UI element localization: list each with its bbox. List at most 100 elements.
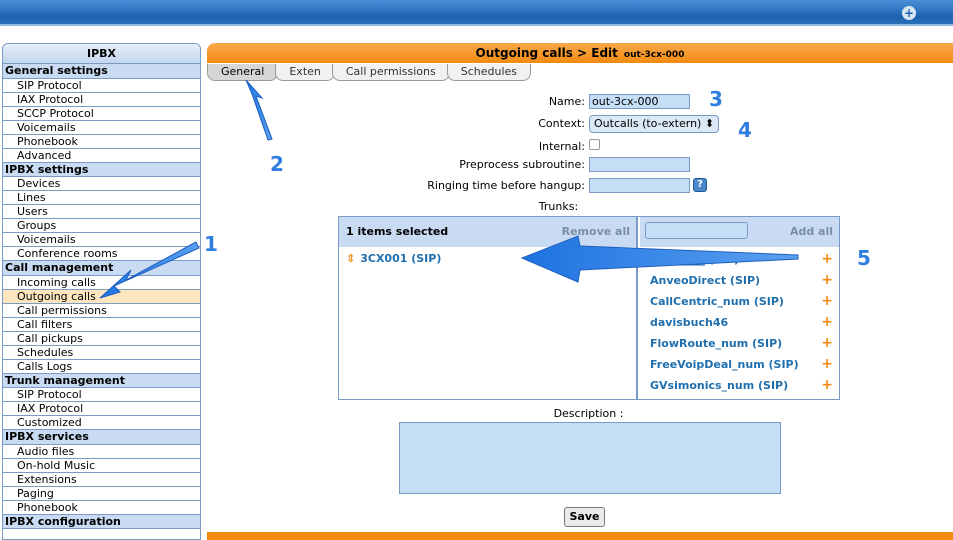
sidebar-item-outgoing-calls[interactable]: Outgoing calls	[3, 289, 200, 304]
sidebar-item-audio-files[interactable]: Audio files	[3, 445, 200, 459]
selected-trunk-item[interactable]: ⇕ 3CX001 (SIP)	[346, 252, 441, 265]
top-bar: +	[0, 0, 953, 26]
internal-checkbox[interactable]	[589, 139, 600, 150]
sidebar-item-call-pickups[interactable]: Call pickups	[3, 332, 200, 346]
annotation-number-1: 1	[204, 232, 218, 256]
list-item[interactable]: davisbuch46 +	[640, 312, 839, 333]
selected-trunk-label: 3CX001 (SIP)	[360, 252, 442, 265]
context-select[interactable]: Outcalls (to-extern) ⬍	[589, 115, 719, 133]
tab-call-permissions[interactable]: Call permissions	[331, 64, 450, 81]
available-trunk-label: FlowRoute_num (SIP)	[650, 337, 783, 350]
page-title-text: Outgoing calls > Edit	[475, 46, 618, 60]
annotation-number-3: 3	[709, 87, 723, 111]
add-icon[interactable]: +	[821, 291, 833, 312]
description-label: Description :	[553, 407, 624, 420]
add-circle-icon[interactable]: +	[902, 6, 916, 20]
add-icon[interactable]: +	[821, 249, 833, 270]
sidebar-item-schedules[interactable]: Schedules	[3, 346, 200, 360]
sidebar-item-voicemails[interactable]: Voicemails	[3, 121, 200, 135]
sidebar-item-calls-logs[interactable]: Calls Logs	[3, 360, 200, 374]
sidebar-section-ipbx-services: IPBX services	[3, 430, 200, 445]
name-label: Name:	[548, 95, 585, 108]
list-item[interactable]: __________ (SIP) +	[640, 249, 839, 270]
sidebar-section-call-management: Call management	[3, 261, 200, 276]
tab-bar: General Exten Call permissions Schedules	[207, 64, 531, 81]
sidebar-item-devices[interactable]: Devices	[3, 177, 200, 191]
add-icon[interactable]: +	[821, 375, 833, 396]
remove-all-button[interactable]: Remove all	[562, 217, 630, 247]
sidebar-item-services-phonebook[interactable]: Phonebook	[3, 501, 200, 515]
sidebar-item-incoming-calls[interactable]: Incoming calls	[3, 276, 200, 290]
sidebar-item-customized[interactable]: Customized	[3, 416, 200, 430]
selected-count: 1 items selected	[346, 225, 449, 238]
list-item[interactable]: CallCentric_num (SIP) +	[640, 291, 839, 312]
save-button[interactable]: Save	[564, 507, 605, 527]
main-panel: Outgoing calls > Edit out-3cx-000 General…	[207, 43, 953, 540]
trunks-label: Trunks:	[538, 200, 579, 213]
add-icon[interactable]: +	[821, 312, 833, 333]
sidebar-item-trunk-iax-protocol[interactable]: IAX Protocol	[3, 402, 200, 416]
available-trunk-label: CallCentric_num (SIP)	[650, 295, 784, 308]
help-icon[interactable]: ?	[693, 178, 707, 192]
available-trunks-panel: Add all __________ (SIP) + AnveoDirect (S…	[640, 217, 839, 399]
selected-trunks-panel: 1 items selected Remove all ⇕ 3CX001 (SIP…	[339, 217, 638, 399]
sidebar-section-ipbx-settings: IPBX settings	[3, 162, 200, 177]
sidebar-item-advanced[interactable]: Advanced	[3, 149, 200, 163]
annotation-number-5: 5	[857, 246, 871, 270]
sidebar-item-sip-protocol[interactable]: SIP Protocol	[3, 79, 200, 93]
sidebar-item-sccp-protocol[interactable]: SCCP Protocol	[3, 107, 200, 121]
trunk-search-input[interactable]	[645, 222, 748, 239]
ringing-label: Ringing time before hangup:	[427, 179, 585, 192]
tab-exten[interactable]: Exten	[275, 64, 335, 81]
tab-schedules[interactable]: Schedules	[446, 64, 531, 81]
sidebar-item-voicemails-2[interactable]: Voicemails	[3, 233, 200, 247]
page-title-sub: out-3cx-000	[623, 50, 685, 60]
bottom-bar	[207, 532, 953, 540]
list-item[interactable]: AnveoDirect (SIP) +	[640, 270, 839, 291]
sidebar-title: IPBX	[3, 44, 200, 64]
preprocess-label: Preprocess subroutine:	[459, 158, 585, 171]
sidebar-menu: IPBX General settings SIP Protocol IAX P…	[2, 43, 201, 540]
add-icon[interactable]: +	[821, 354, 833, 375]
sidebar-item-trunk-sip-protocol[interactable]: SIP Protocol	[3, 388, 200, 402]
sidebar-item-conference-rooms[interactable]: Conference rooms	[3, 247, 200, 261]
sidebar-section-trunk-management: Trunk management	[3, 373, 200, 388]
sidebar-item-call-permissions[interactable]: Call permissions	[3, 304, 200, 318]
trunks-selector: 1 items selected Remove all ⇕ 3CX001 (SIP…	[338, 216, 840, 400]
available-trunk-label: GVsimonics_num (SIP)	[650, 379, 789, 392]
annotation-number-4: 4	[738, 118, 752, 142]
list-item[interactable]: FlowRoute_num (SIP) +	[640, 333, 839, 354]
list-item[interactable]: GVsimonics_num (SIP) +	[640, 375, 839, 396]
sidebar-item-extensions[interactable]: Extensions	[3, 473, 200, 487]
sidebar-item-phonebook[interactable]: Phonebook	[3, 135, 200, 149]
tab-general[interactable]: General	[207, 64, 279, 81]
internal-label: Internal:	[538, 140, 585, 153]
page-title: Outgoing calls > Edit out-3cx-000	[207, 43, 953, 63]
description-textarea[interactable]	[399, 422, 781, 494]
available-trunk-label: AnveoDirect (SIP)	[650, 274, 761, 287]
list-item[interactable]: FreeVoipDeal_num (SIP) +	[640, 354, 839, 375]
available-trunk-label: FreeVoipDeal_num (SIP)	[650, 358, 799, 371]
name-input[interactable]: out-3cx-000	[589, 94, 690, 109]
sidebar-item-users[interactable]: Users	[3, 205, 200, 219]
sidebar-item-iax-protocol[interactable]: IAX Protocol	[3, 93, 200, 107]
add-icon[interactable]: +	[821, 270, 833, 291]
sidebar-item-groups[interactable]: Groups	[3, 219, 200, 233]
sidebar-item-on-hold-music[interactable]: On-hold Music	[3, 459, 200, 473]
annotation-number-2: 2	[270, 152, 284, 176]
sidebar-section-general-settings: General settings	[3, 64, 200, 79]
preprocess-input[interactable]	[589, 157, 690, 172]
available-trunk-label: davisbuch46	[650, 316, 729, 329]
drag-handle-icon[interactable]: ⇕	[346, 252, 355, 265]
add-all-button[interactable]: Add all	[790, 217, 833, 247]
sidebar-item-paging[interactable]: Paging	[3, 487, 200, 501]
ringing-input[interactable]	[589, 178, 690, 193]
sidebar-section-ipbx-configuration: IPBX configuration	[3, 514, 200, 529]
context-label: Context:	[538, 117, 585, 130]
selected-trunks-header: 1 items selected Remove all	[339, 217, 636, 247]
sidebar-item-lines[interactable]: Lines	[3, 191, 200, 205]
available-trunk-label: __________ (SIP)	[650, 253, 739, 266]
available-trunks-header: Add all	[640, 217, 839, 247]
add-icon[interactable]: +	[821, 333, 833, 354]
sidebar-item-call-filters[interactable]: Call filters	[3, 318, 200, 332]
